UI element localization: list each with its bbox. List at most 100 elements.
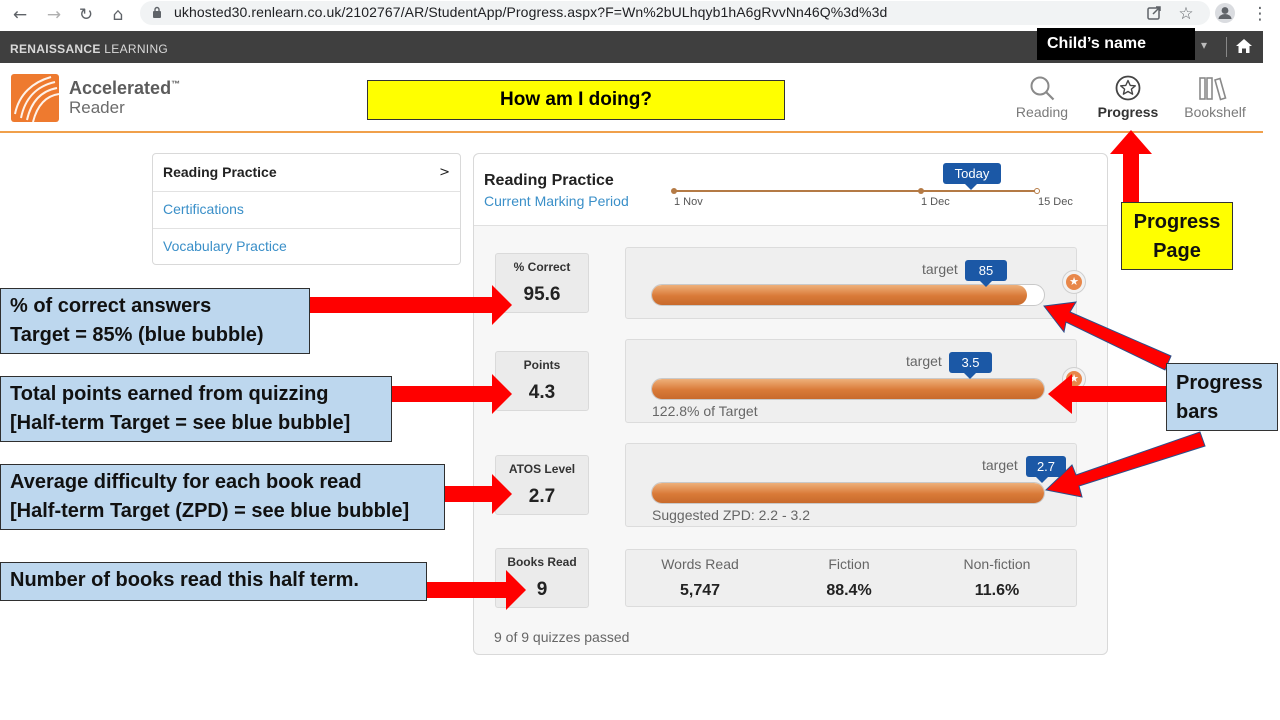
caret-down-icon[interactable]: ▾	[1201, 38, 1207, 52]
profile-icon[interactable]	[1214, 2, 1236, 24]
progress-bar-fill	[652, 483, 1044, 503]
annotation-line: [Half-term Target = see blue bubble]	[10, 412, 351, 434]
menu-item-reading-practice[interactable]: Reading Practice >	[153, 154, 460, 191]
panel-title: Reading Practice	[484, 172, 614, 189]
stat-atos-level: ATOS Level 2.7	[495, 455, 589, 515]
annotation-line: Progress	[1176, 372, 1263, 394]
divider	[1226, 37, 1227, 57]
target-bubble-pointer	[1036, 477, 1048, 483]
child-name-label[interactable]: Child’s name	[1037, 28, 1195, 60]
non-fiction-label: Non-fiction	[963, 556, 1031, 572]
progress-bar-fill	[652, 285, 1027, 305]
non-fiction-value: 11.6%	[974, 582, 1020, 599]
quizzes-passed: 9 of 9 quizzes passed	[494, 629, 630, 645]
side-menu: Reading Practice > Certifications Vocabu…	[152, 153, 461, 265]
back-arrow-icon[interactable]: ←	[9, 4, 31, 26]
annotation-books: Number of books read this half term.	[0, 562, 427, 601]
stat-label: Books Read	[507, 555, 577, 569]
progress-bar-correct	[651, 284, 1045, 306]
annotation-progress-bars: Progress bars	[1166, 363, 1278, 431]
arrow-to-progress-tab	[1110, 130, 1152, 202]
stat-books-read: Books Read 9	[495, 548, 589, 608]
annotation-progress-page: Progress Page	[1121, 202, 1233, 270]
today-marker-pointer	[965, 184, 977, 190]
logo-subtext: Reader	[69, 98, 125, 117]
annotation-line: Progress	[1133, 211, 1221, 233]
annotation-line: Average difficulty for each book read	[10, 471, 362, 493]
stat-value: 95.6	[523, 284, 561, 305]
star-icon: ★	[1066, 371, 1082, 387]
menu-item-vocabulary-practice[interactable]: Vocabulary Practice	[153, 228, 460, 265]
fiction-value: 88.4%	[826, 582, 872, 599]
stat-points: Points 4.3	[495, 351, 589, 411]
star-icon: ★	[1066, 274, 1082, 290]
stat-label: Points	[523, 358, 561, 372]
target-bubble-pointer	[964, 373, 976, 379]
words-read-value: 5,747	[679, 582, 721, 599]
star-icon[interactable]: ☆	[1175, 3, 1197, 25]
annotation-line: Page	[1153, 240, 1201, 262]
star-badge: ★	[1062, 367, 1086, 391]
lock-icon[interactable]	[152, 6, 162, 18]
target-label: target	[922, 261, 958, 277]
percent-of-target: 122.8% of Target	[652, 403, 758, 419]
annotation-line: [Half-term Target (ZPD) = see blue bubbl…	[10, 500, 410, 522]
annotation-points: Total points earned from quizzing [Half-…	[0, 376, 392, 442]
words-read-label: Words Read	[661, 556, 739, 572]
tab-reading[interactable]: Reading	[1002, 75, 1082, 125]
stat-value: 9	[536, 579, 548, 600]
fiction-label: Fiction	[828, 556, 870, 572]
timeline-dot	[1034, 188, 1040, 194]
progress-card-correct	[625, 247, 1077, 319]
target-bubble: 2.7	[1026, 456, 1066, 477]
renaissance-logo: RENAISSANCE LEARNING	[10, 42, 169, 56]
timeline-label: 1 Nov	[674, 196, 703, 208]
share-icon[interactable]	[1146, 5, 1162, 21]
url-text[interactable]: ukhosted30.renlearn.co.uk/2102767/AR/Stu…	[174, 4, 887, 20]
target-bubble: 3.5	[949, 352, 992, 373]
target-bubble-pointer	[980, 281, 992, 287]
annotation-line: Target = 85% (blue bubble)	[10, 324, 264, 346]
progress-bar-points	[651, 378, 1045, 400]
star-badge: ★	[1062, 270, 1086, 294]
menu-item-certifications[interactable]: Certifications	[153, 191, 460, 228]
stat-value: 2.7	[528, 486, 556, 507]
timeline	[674, 190, 1038, 192]
tab-progress[interactable]: Progress	[1088, 75, 1168, 125]
logo-text: Accelerated™	[69, 78, 181, 98]
timeline-label: 1 Dec	[921, 196, 950, 208]
suggested-zpd: Suggested ZPD: 2.2 - 3.2	[652, 507, 810, 523]
forward-arrow-icon[interactable]: →	[43, 4, 65, 26]
menu-item-label: Reading Practice	[163, 164, 277, 180]
browser-toolbar: ← → ↻ ⌂ ukhosted30.renlearn.co.uk/210276…	[0, 0, 1280, 31]
progress-bar-fill	[652, 379, 1044, 399]
today-marker: Today	[943, 163, 1001, 184]
timeline-dot	[671, 188, 677, 194]
stat-percent-correct: % Correct 95.6	[495, 253, 589, 313]
star-circle-icon	[1115, 75, 1141, 101]
search-icon	[1030, 76, 1055, 101]
stat-label: % Correct	[513, 260, 571, 274]
home-icon[interactable]: ⌂	[107, 4, 129, 26]
tab-label: Bookshelf	[1184, 104, 1246, 120]
annotation-line: % of correct answers	[10, 295, 212, 317]
page-title-callout: How am I doing?	[367, 80, 785, 120]
tab-label: Reading	[1015, 104, 1069, 120]
target-label: target	[982, 457, 1018, 473]
bookshelf-icon	[1199, 77, 1227, 101]
stat-label: ATOS Level	[508, 462, 576, 476]
reload-icon[interactable]: ↻	[75, 4, 97, 26]
target-label: target	[906, 353, 942, 369]
stat-value: 4.3	[528, 382, 556, 403]
tab-label: Progress	[1097, 104, 1159, 120]
timeline-dot	[918, 188, 924, 194]
tab-bookshelf[interactable]: Bookshelf	[1175, 75, 1255, 125]
home-icon[interactable]	[1235, 38, 1253, 54]
progress-bar-atos	[651, 482, 1045, 504]
marking-period-link[interactable]: Current Marking Period	[484, 193, 629, 209]
chevron-right-icon: >	[439, 165, 450, 180]
annotation-line: Total points earned from quizzing	[10, 383, 329, 405]
annotation-atos: Average difficulty for each book read [H…	[0, 464, 445, 530]
annotation-line: bars	[1176, 401, 1219, 423]
more-vertical-icon[interactable]: ⋮	[1249, 3, 1271, 25]
